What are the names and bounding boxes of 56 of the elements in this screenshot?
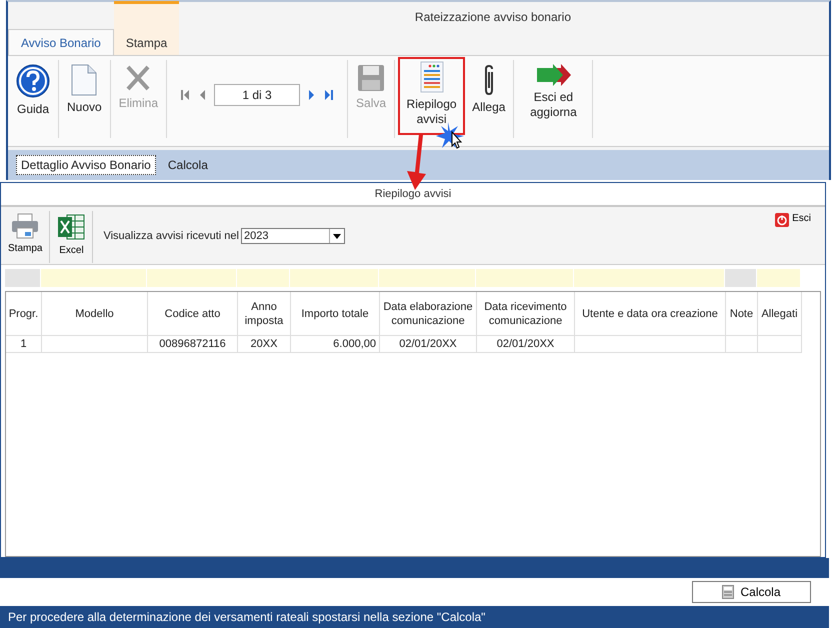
table-cell: 02/01/20XX (477, 336, 575, 352)
toolbar-button[interactable]: Excel (54, 211, 88, 258)
year-dropdown[interactable]: 2023 (241, 228, 345, 244)
column-header[interactable]: Utente e data ora creazione (575, 292, 726, 335)
document-icon (71, 64, 98, 96)
filter-cell[interactable] (476, 269, 574, 287)
ribbon-button[interactable]: Nuovo (62, 60, 107, 138)
filter-cell[interactable] (757, 269, 801, 287)
next-icon[interactable] (308, 89, 316, 101)
arrow-icon (535, 64, 572, 86)
dropdown-arrow-icon (329, 228, 344, 243)
calculator-icon (722, 585, 734, 599)
toolbar-button[interactable]: Stampa (5, 211, 46, 256)
ribbon-button[interactable]: Allega (467, 60, 510, 138)
column-header[interactable]: Anno imposta (238, 292, 291, 335)
ribbon-button[interactable]: Riepilogo avvisi (398, 57, 466, 135)
column-header[interactable]: Note (726, 292, 758, 335)
table-cell: 6.000,00 (291, 336, 380, 352)
filter-label: Visualizza avvisi ricevuti nel (103, 230, 239, 242)
cross-icon (125, 64, 152, 92)
filter-cell[interactable] (574, 269, 725, 287)
printer-icon (11, 213, 40, 240)
column-header[interactable]: Importo totale (291, 292, 380, 335)
power-icon (775, 213, 790, 228)
last-page-icon[interactable] (324, 89, 334, 101)
filter-cell[interactable] (147, 269, 237, 287)
column-header[interactable]: Allegati (758, 292, 802, 335)
filter-cell[interactable] (379, 269, 476, 287)
list-icon (420, 61, 444, 93)
first-page-icon[interactable] (180, 89, 190, 101)
ribbon-button[interactable]: Esci ed aggiorna (517, 60, 590, 138)
ribbon-button[interactable]: Guida (11, 60, 55, 138)
column-header[interactable]: Data elaborazione comunicazione (380, 292, 477, 335)
table-cell: 00896872116 (148, 336, 238, 352)
filter-cell[interactable] (290, 269, 379, 287)
column-header[interactable]: Progr. (6, 292, 42, 335)
table-cell: 1 (6, 336, 42, 352)
column-header[interactable]: Codice atto (148, 292, 238, 335)
page-field[interactable]: 1 di 3 (214, 84, 300, 106)
exit-button[interactable]: Esci (775, 213, 821, 228)
spreadsheet-icon (57, 213, 86, 242)
status-bar: Per procedere alla determinazione dei versamenti rateali spostarsi nella sezione "Calcola" (0, 606, 829, 628)
filter-cell[interactable] (237, 269, 290, 287)
calculate-button[interactable]: Calcola (692, 581, 811, 603)
ribbon-tab[interactable]: Stampa (114, 1, 180, 55)
section-tab[interactable]: Calcola (164, 156, 212, 174)
column-header[interactable]: Modello (42, 292, 148, 335)
table-cell: 02/01/20XX (380, 336, 477, 352)
previous-icon[interactable] (198, 89, 206, 101)
window-title: Rateizzazione avviso bonario (414, 10, 572, 24)
section-tab[interactable]: Dettaglio Avviso Bonario (16, 155, 156, 175)
filter-cell[interactable] (41, 269, 147, 287)
help-icon (16, 64, 50, 98)
ribbon-tab[interactable]: Avviso Bonario (8, 29, 114, 55)
column-header[interactable]: Data ricevimento comunicazione (477, 292, 575, 335)
table-cell: 20XX (238, 336, 291, 352)
